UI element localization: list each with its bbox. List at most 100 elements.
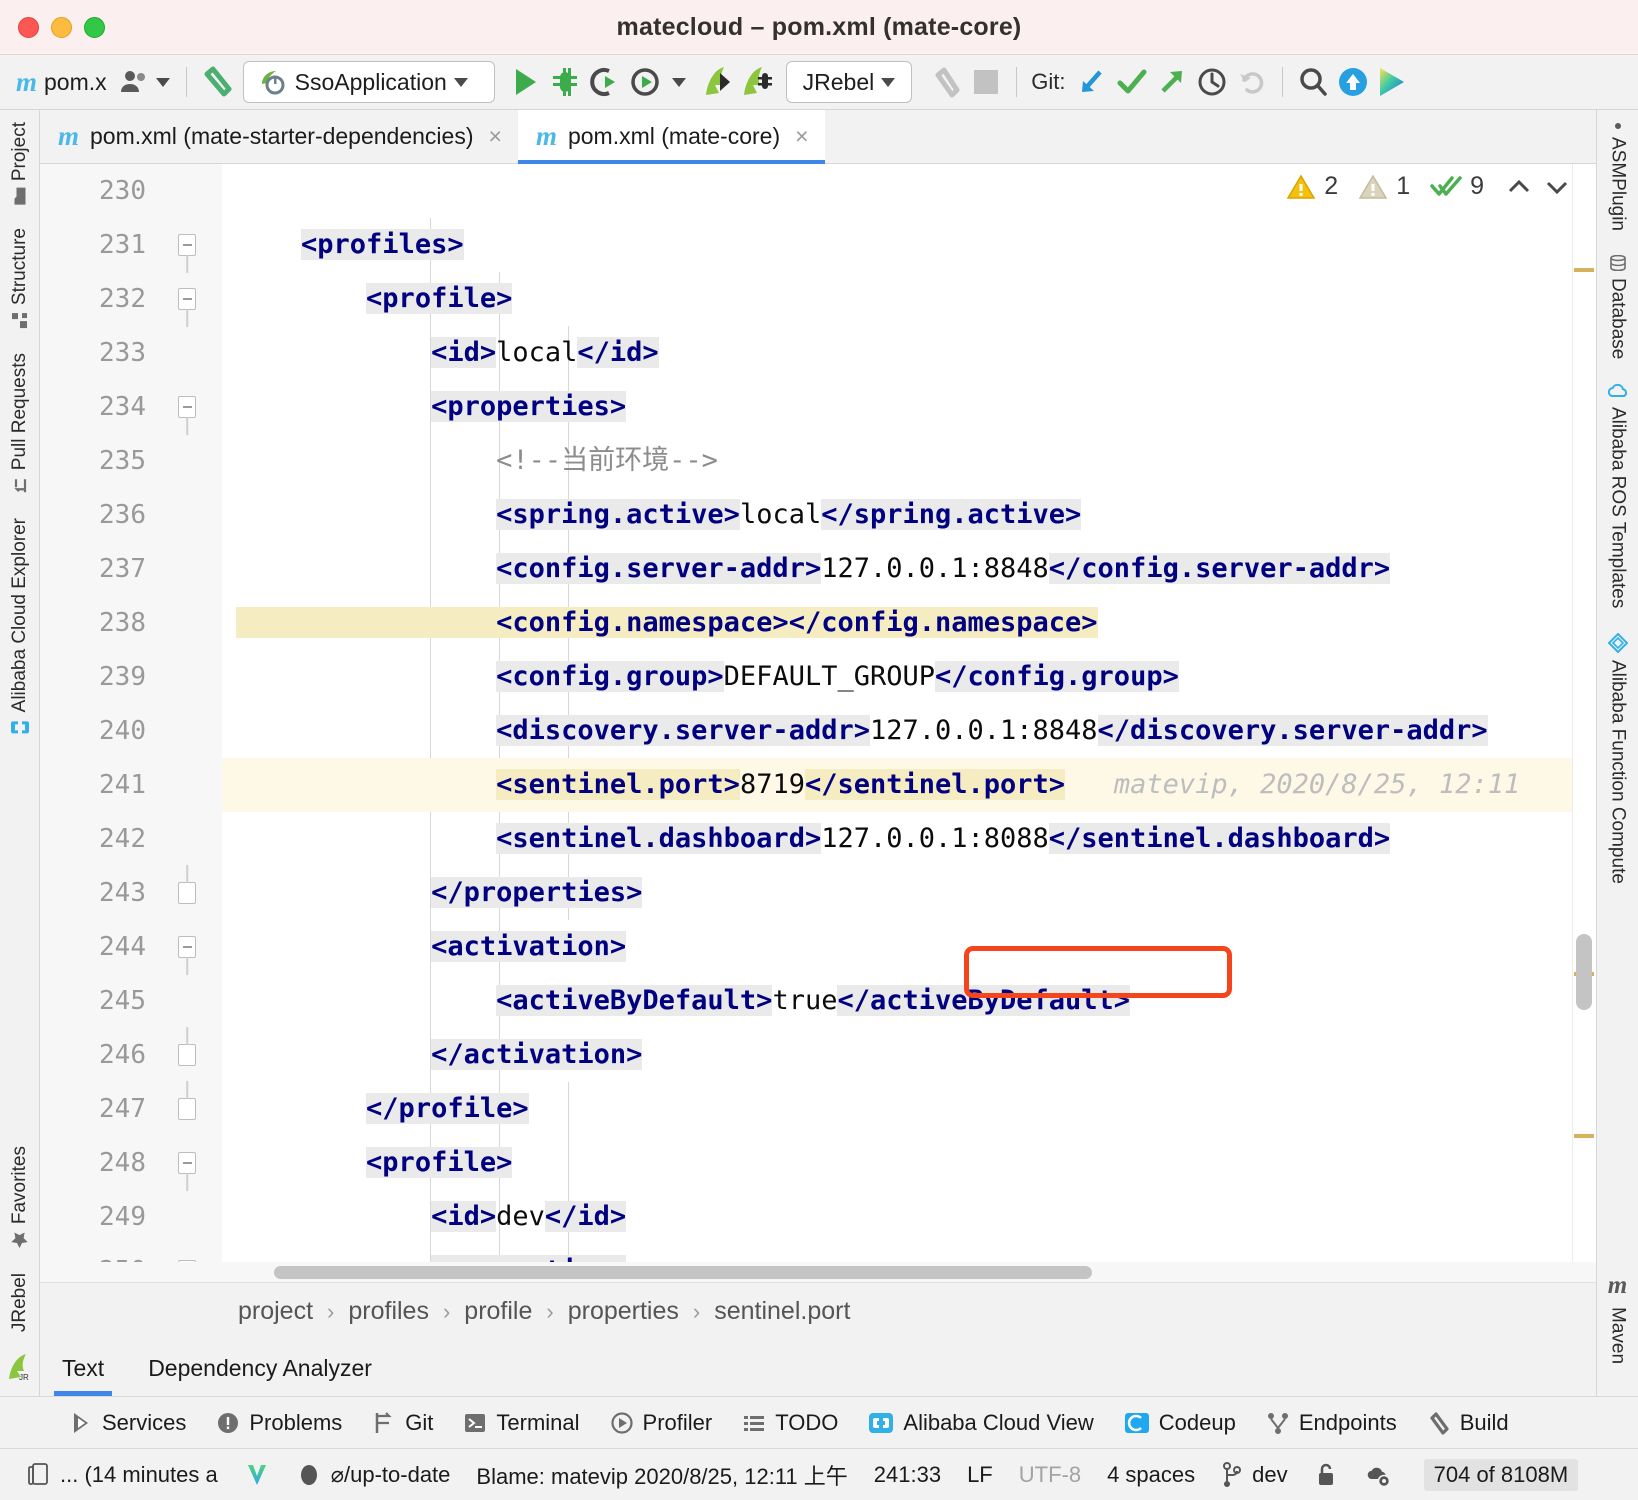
breadcrumb-item-profiles[interactable]: profiles — [348, 1297, 429, 1326]
folding-column[interactable] — [152, 164, 222, 1262]
tool-window-services[interactable]: Services — [56, 1410, 199, 1436]
code-line[interactable]: <sentinel.dashboard>127.0.0.1:8088</sent… — [222, 812, 1596, 866]
sidebar-item-jrebel[interactable]: JRebel — [9, 1261, 31, 1344]
code-line[interactable]: <activeByDefault>true</activeByDefault> — [222, 974, 1596, 1028]
tool-window-codeup[interactable]: Codeup — [1111, 1410, 1249, 1436]
horizontal-scrollbar[interactable] — [40, 1262, 1596, 1282]
git-update-button[interactable] — [1072, 62, 1112, 102]
fold-toggle-icon[interactable] — [178, 1098, 196, 1120]
run-button[interactable] — [505, 62, 545, 102]
code-line[interactable]: <config.namespace></config.namespace> — [222, 596, 1596, 650]
code-line[interactable]: <profiles> — [222, 218, 1596, 272]
line-number-gutter[interactable]: 230 231 232 233 234 235 236 237 238 239 240 241 242 2… — [70, 164, 222, 1262]
line-separator-widget[interactable]: LF — [954, 1462, 1006, 1488]
ide-features-button[interactable] — [1373, 62, 1413, 102]
avatar-selector[interactable] — [113, 61, 176, 103]
git-commit-button[interactable] — [1112, 62, 1152, 102]
tool-window-terminal[interactable]: Terminal — [450, 1410, 592, 1436]
profile-button[interactable] — [625, 62, 665, 102]
sidebar-item-favorites[interactable]: Favorites — [9, 1134, 31, 1261]
readonly-toggle-widget[interactable] — [1301, 1461, 1351, 1489]
jrebel-run-button[interactable] — [698, 62, 738, 102]
tool-window-alibaba-cloud-view[interactable]: Alibaba Cloud View — [855, 1410, 1106, 1436]
inspection-widget[interactable]: 2 1 9 — [1286, 172, 1572, 201]
editor-marker-bar[interactable] — [1572, 164, 1596, 1262]
jrebel-debug-button[interactable] — [738, 62, 778, 102]
editor-scrollbar-thumb[interactable] — [1576, 934, 1592, 1010]
debug-button[interactable] — [545, 62, 585, 102]
fold-toggle-icon[interactable] — [178, 1044, 196, 1066]
code-line[interactable]: </profile> — [222, 1082, 1596, 1136]
build-button[interactable] — [197, 62, 237, 102]
search-everywhere-button[interactable] — [1293, 62, 1333, 102]
code-line[interactable]: <config.server-addr>127.0.0.1:8848</conf… — [222, 542, 1596, 596]
tab-text[interactable]: Text — [40, 1340, 126, 1396]
code-line[interactable]: </properties> — [222, 866, 1596, 920]
encoding-widget[interactable]: UTF-8 — [1006, 1462, 1094, 1488]
code-line[interactable]: <properties> — [222, 1244, 1596, 1262]
code-editor[interactable]: 230 231 232 233 234 235 236 237 238 239 240 241 242 2… — [40, 164, 1596, 1262]
memory-indicator-widget[interactable]: 704 of 8108M — [1405, 1458, 1592, 1491]
chevron-up-icon[interactable] — [1504, 174, 1534, 200]
upload-button[interactable] — [1333, 62, 1373, 102]
cloud-settings-widget[interactable] — [1351, 1461, 1405, 1489]
breadcrumb-item-properties[interactable]: properties — [568, 1297, 679, 1326]
git-branch-widget[interactable]: dev — [1208, 1461, 1300, 1489]
code-line[interactable]: <id>local</id> — [222, 326, 1596, 380]
tool-window-git[interactable]: Git — [359, 1410, 446, 1436]
jrebel-icon-wrapper[interactable]: JR — [7, 1344, 33, 1396]
git-history-button[interactable] — [1192, 62, 1232, 102]
breadcrumb-item-sentinel-port[interactable]: sentinel.port — [714, 1297, 850, 1326]
breadcrumb-item-profile[interactable]: profile — [464, 1297, 532, 1326]
jrebel-config-selector[interactable]: JRebel — [785, 61, 913, 103]
chevron-down-icon[interactable] — [1542, 174, 1572, 200]
sidebar-item-pull-requests[interactable]: Pull Requests — [9, 341, 31, 506]
editor-tab-mate-core[interactable]: m pom.xml (mate-core) × — [517, 110, 825, 164]
fold-toggle-icon[interactable] — [178, 936, 196, 958]
fold-toggle-icon[interactable] — [178, 234, 196, 256]
sidebar-item-alibaba-cloud-explorer[interactable]: Alibaba Cloud Explorer — [9, 506, 31, 747]
tool-window-todo[interactable]: TODO — [729, 1410, 851, 1436]
recent-files-widget[interactable]: ... (14 minutes a — [14, 1462, 231, 1488]
indent-widget[interactable]: 4 spaces — [1094, 1462, 1208, 1488]
sidebar-item-alibaba-ros-templates[interactable]: Alibaba ROS Templates — [1607, 371, 1629, 620]
vcs-annotation-gutter[interactable] — [40, 164, 70, 1262]
run-with-coverage-button[interactable] — [585, 62, 625, 102]
sidebar-item-structure[interactable]: Structure — [9, 216, 31, 341]
code-line[interactable]: <properties> — [222, 380, 1596, 434]
horizontal-scrollbar-thumb[interactable] — [274, 1266, 1092, 1279]
fold-toggle-icon[interactable] — [178, 288, 196, 310]
code-line[interactable]: <activation> — [222, 920, 1596, 974]
breadcrumb-item-project[interactable]: project — [238, 1297, 313, 1326]
code-line[interactable]: <discovery.server-addr>127.0.0.1:8848</d… — [222, 704, 1596, 758]
run-configuration-selector[interactable]: SsoApplication — [242, 61, 495, 103]
code-line[interactable]: <!--当前环境--> — [222, 434, 1596, 488]
chevron-down-icon[interactable] — [671, 77, 686, 87]
code-line[interactable]: </activation> — [222, 1028, 1596, 1082]
sidebar-item-project[interactable]: Project — [9, 110, 31, 216]
vcs-status-widget[interactable]: ⌀/up-to-date — [283, 1461, 464, 1489]
sidebar-item-database[interactable]: Database — [1607, 243, 1629, 371]
tool-window-profiler[interactable]: Profiler — [597, 1410, 726, 1436]
tool-window-problems[interactable]: Problems — [203, 1410, 355, 1436]
code-line[interactable]: <id>dev</id> — [222, 1190, 1596, 1244]
fold-toggle-icon[interactable] — [178, 882, 196, 904]
code-line[interactable]: <spring.active>local</spring.active> — [222, 488, 1596, 542]
code-content-area[interactable]: <profiles> <profile> <id>local</id> <pro… — [222, 164, 1596, 1262]
tab-dependency-analyzer[interactable]: Dependency Analyzer — [126, 1340, 394, 1396]
code-line[interactable]: <profile> — [222, 1136, 1596, 1190]
editor-tab-mate-starter-dependencies[interactable]: m pom.xml (mate-starter-dependencies) × — [40, 110, 518, 163]
code-line[interactable]: <sentinel.port>8719</sentinel.port> mate… — [222, 758, 1596, 812]
fold-toggle-icon[interactable] — [178, 1152, 196, 1174]
sidebar-item-asmplugin[interactable]: ASMPlugin — [1607, 110, 1629, 243]
close-icon[interactable]: × — [489, 123, 502, 150]
sidebar-item-alibaba-function-compute[interactable]: Alibaba Function Compute — [1607, 621, 1629, 896]
tool-window-build[interactable]: Build — [1414, 1410, 1522, 1436]
fold-toggle-icon[interactable] — [178, 396, 196, 418]
code-line[interactable]: <config.group>DEFAULT_GROUP</config.grou… — [222, 650, 1596, 704]
caret-position-widget[interactable]: 241:33 — [861, 1462, 954, 1488]
maven-project-chip[interactable]: m pom.x — [10, 61, 113, 103]
sidebar-item-maven[interactable]: m Maven — [1607, 1260, 1629, 1376]
code-line[interactable]: <profile> — [222, 272, 1596, 326]
git-push-button[interactable] — [1152, 62, 1192, 102]
